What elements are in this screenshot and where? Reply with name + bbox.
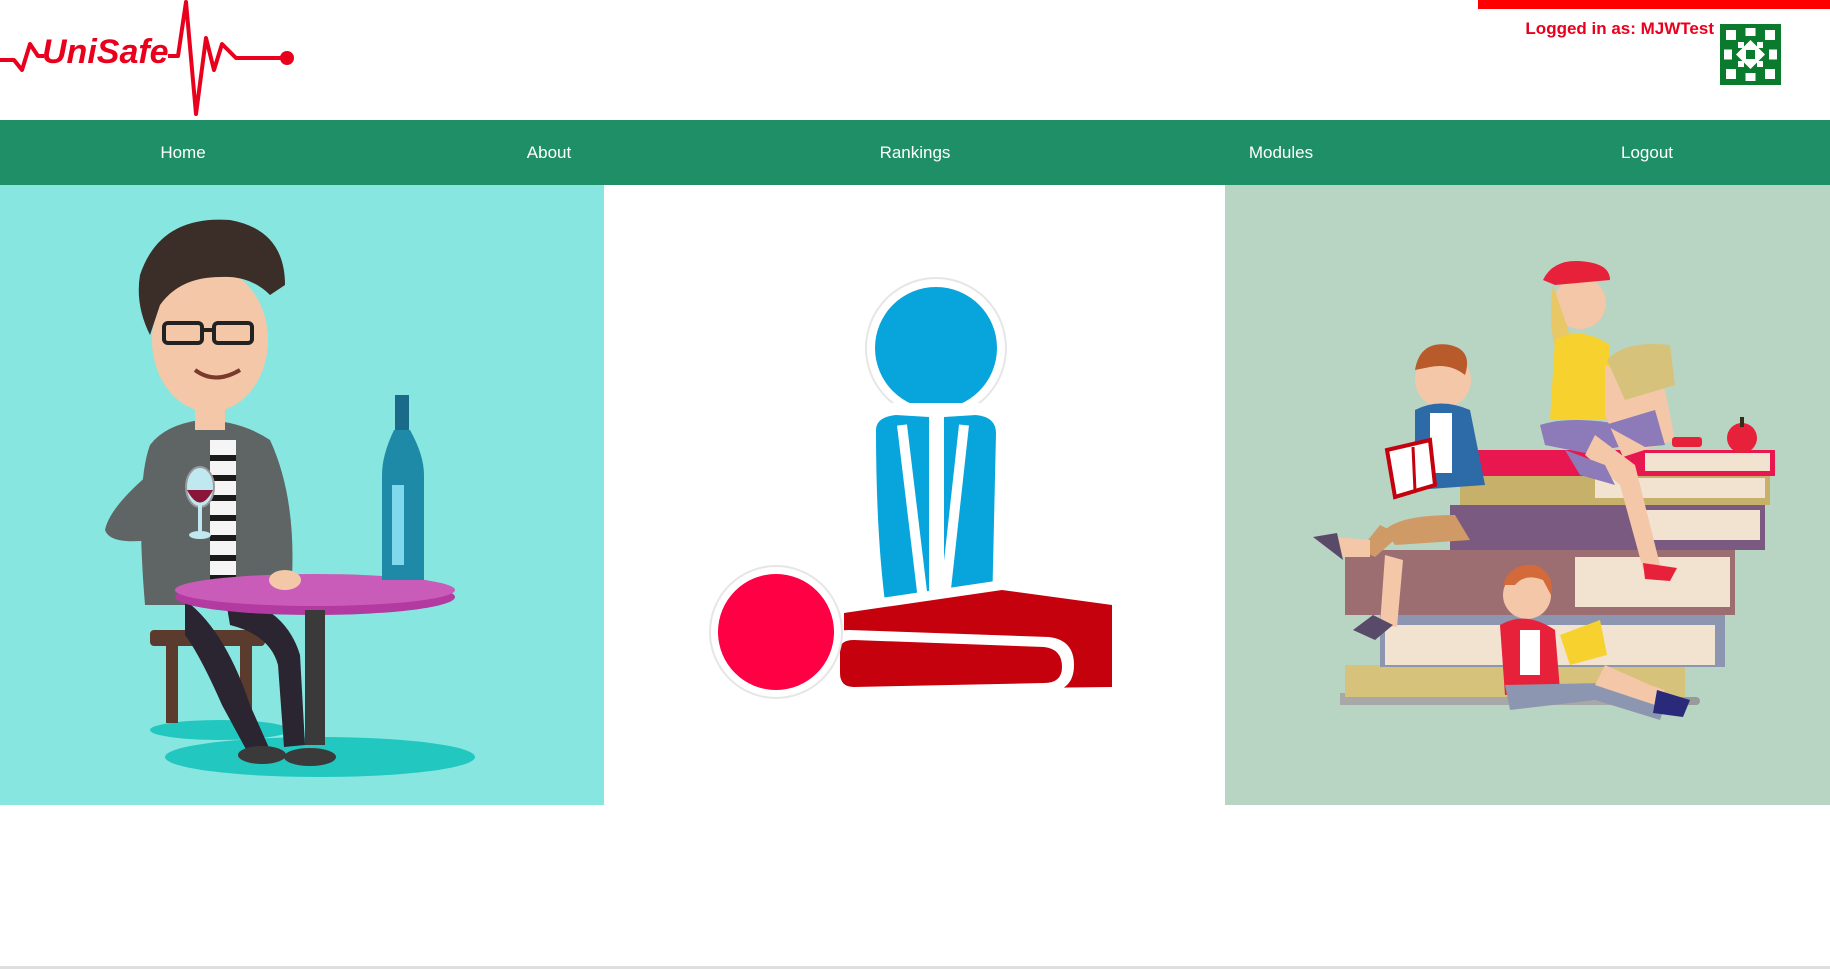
main-navigation: Home About Rankings Modules Logout	[0, 120, 1830, 185]
nav-logout[interactable]: Logout	[1464, 120, 1830, 185]
unisafe-logo[interactable]: UniSafe	[0, 0, 300, 118]
accent-bar	[1478, 0, 1830, 9]
man-drinking-wine-illustration-icon	[105, 219, 475, 777]
nav-home[interactable]: Home	[0, 120, 366, 185]
logo-text: UniSafe	[42, 33, 169, 71]
site-header: UniSafe Logged in as: MJWTest	[0, 0, 1830, 120]
cpr-first-aid-icon	[709, 277, 1119, 700]
logged-in-label: Logged in as: MJWTest	[1525, 19, 1714, 38]
nav-modules[interactable]: Modules	[1098, 120, 1464, 185]
students-reading-books-illustration-icon	[1313, 261, 1775, 720]
study-module-panel[interactable]	[1225, 185, 1830, 805]
first-aid-module-panel[interactable]	[604, 185, 1225, 805]
nav-about[interactable]: About	[366, 120, 732, 185]
nav-rankings[interactable]: Rankings	[732, 120, 1098, 185]
alcohol-module-panel[interactable]	[0, 185, 604, 805]
identicon-avatar-icon[interactable]	[1720, 24, 1781, 85]
